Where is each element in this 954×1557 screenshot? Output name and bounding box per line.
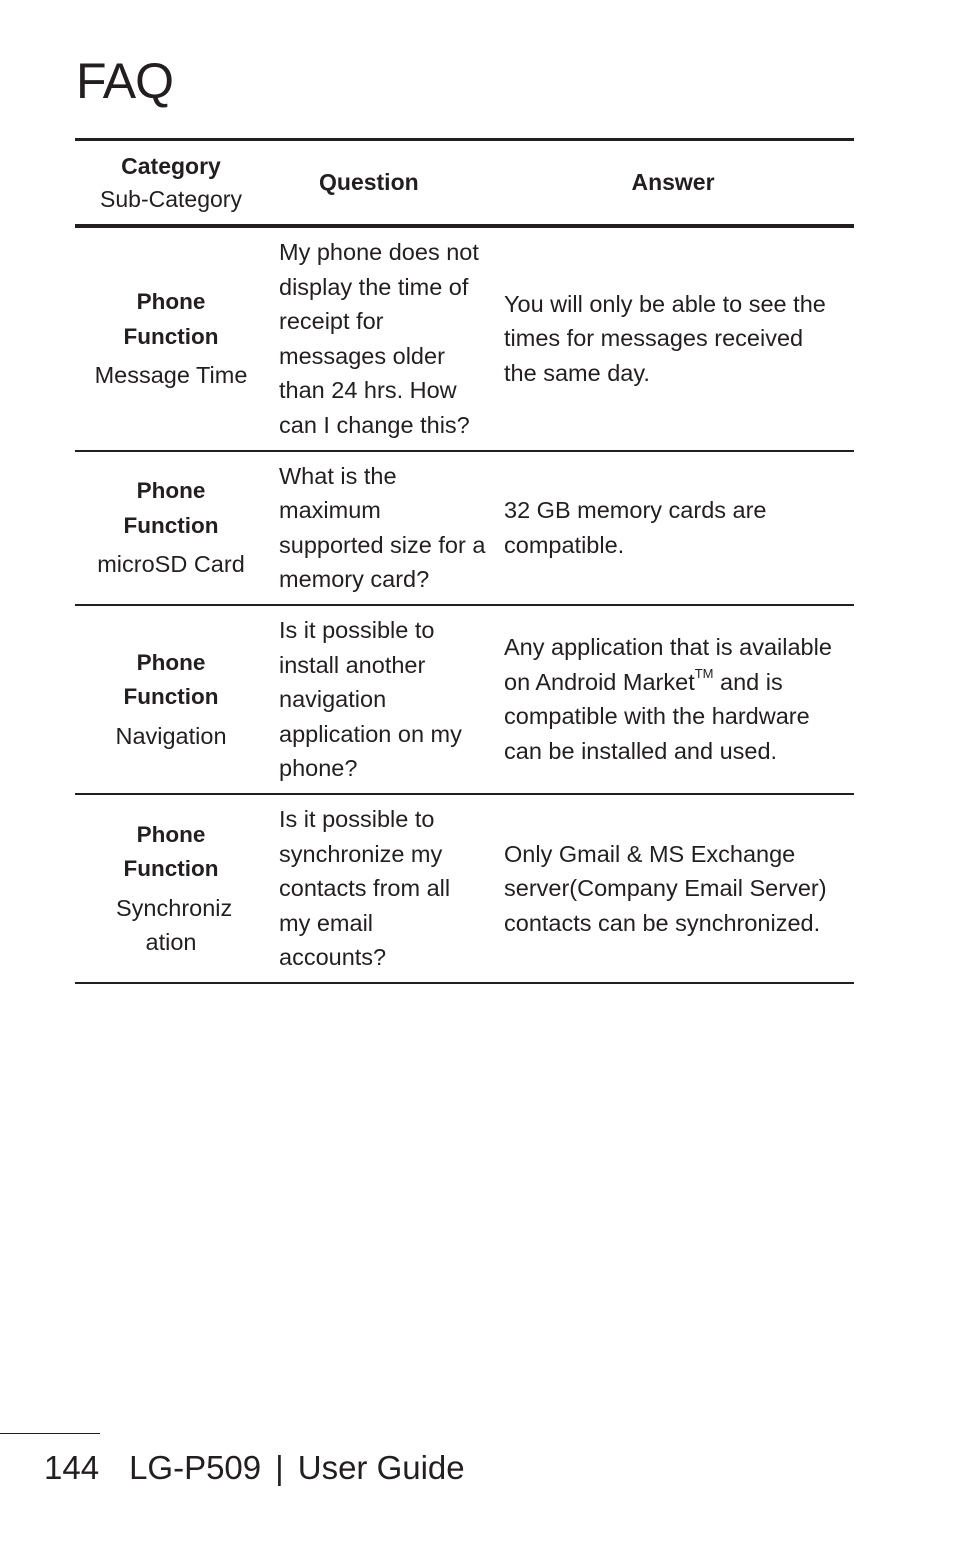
category-cell: Phone Function microSD Card	[75, 451, 267, 605]
table-row: Phone Function Synchroniz ation Is it po…	[75, 794, 854, 983]
question-cell: What is the maximum supported size for a…	[279, 462, 486, 593]
answer-cell: Any application that is available on And…	[492, 605, 854, 794]
page-footer: 144 LG-P509 | User Guide	[44, 1448, 465, 1488]
table-row: Phone Function microSD Card What is the …	[75, 451, 854, 605]
table-header-row: Category Sub-Category Question Answer	[75, 139, 854, 227]
category-label: Phone Function	[123, 649, 219, 710]
category-cell: Phone Function Message Time	[75, 226, 267, 451]
question-cell: My phone does not display the time of re…	[279, 239, 479, 438]
category-label: Phone Function	[123, 821, 219, 882]
answer-cell: You will only be able to see the times f…	[504, 290, 826, 387]
sub-category-header-label: Sub-Category	[100, 185, 242, 212]
footer-rule	[0, 1433, 100, 1434]
question-cell: Is it possible to synchronize my contact…	[279, 805, 451, 971]
category-header-label: Category	[121, 152, 221, 179]
trademark-mark: TM	[694, 665, 714, 681]
table-row: Phone Function Message Time My phone doe…	[75, 226, 854, 451]
guide-title: User Guide	[297, 1449, 465, 1486]
sub-category-label: microSD Card	[97, 551, 245, 578]
category-label: Phone Function	[123, 289, 219, 349]
model-name: LG-P509	[129, 1449, 262, 1486]
table-row: Phone Function Navigation Is it possible…	[75, 605, 854, 794]
answer-cell: 32 GB memory cards are compatible.	[504, 497, 767, 558]
page-title: FAQ	[76, 53, 174, 109]
category-label: Phone Function	[123, 478, 219, 538]
sub-category-label: Synchroniz ation	[116, 894, 233, 955]
sub-category-label: Message Time	[94, 362, 248, 389]
column-header-category: Category Sub-Category	[75, 140, 267, 227]
category-cell: Phone Function Synchroniz ation	[75, 794, 267, 983]
answer-cell: Only Gmail & MS Exchange server(Company …	[504, 840, 827, 936]
question-cell: Is it possible to install another naviga…	[279, 616, 462, 782]
category-cell: Phone Function Navigation	[75, 605, 267, 794]
column-header-answer: Answer	[631, 169, 715, 195]
footer-separator: |	[275, 1449, 284, 1486]
faq-table: Category Sub-Category Question Answer Ph…	[75, 138, 854, 984]
sub-category-label: Navigation	[115, 723, 227, 750]
column-header-question: Question	[319, 169, 419, 195]
page-number: 144	[44, 1449, 100, 1486]
